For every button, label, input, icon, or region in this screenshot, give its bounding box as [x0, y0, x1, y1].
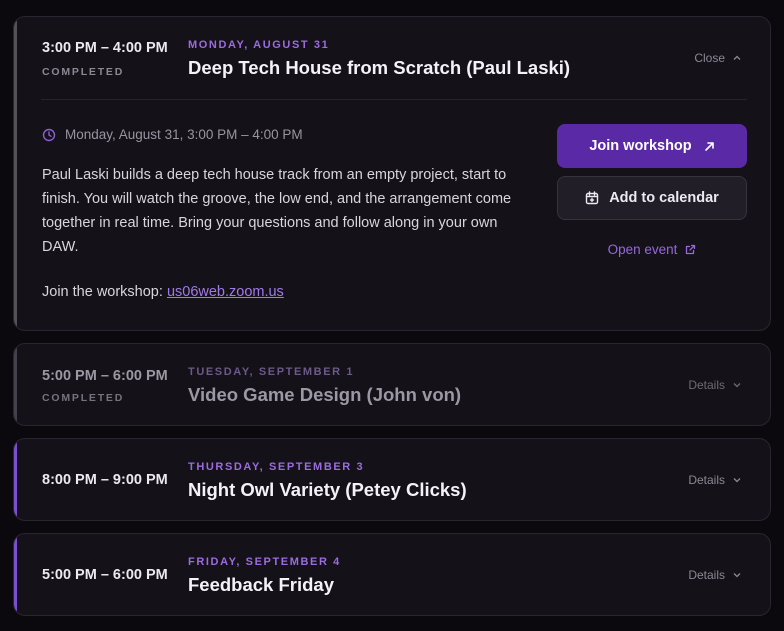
details-label: Details	[688, 473, 725, 487]
session-when: Monday, August 31, 3:00 PM – 4:00 PM	[42, 127, 303, 142]
join-workshop-button[interactable]: Join workshop	[557, 124, 747, 168]
chevron-down-icon	[733, 573, 741, 578]
status-badge: COMPLETED	[42, 392, 125, 404]
close-label: Close	[694, 51, 725, 65]
details-label: Details	[688, 378, 725, 392]
status-badge: COMPLETED	[42, 66, 125, 78]
session-time: 5:00 PM – 6:00 PM	[42, 368, 168, 384]
session-title: Feedback Friday	[188, 574, 335, 595]
details-label: Details	[688, 568, 725, 582]
chevron-down-icon	[733, 383, 741, 388]
zoom-link[interactable]: us06web.zoom.us	[167, 284, 284, 300]
divider	[41, 99, 747, 100]
details-toggle[interactable]: Details	[688, 378, 742, 392]
session-description: Paul Laski builds a deep tech house trac…	[42, 167, 512, 255]
session-time: 8:00 PM – 9:00 PM	[42, 472, 168, 488]
external-link-icon	[686, 244, 696, 255]
arrow-up-right-icon	[704, 141, 714, 151]
session-when-text: Monday, August 31, 3:00 PM – 4:00 PM	[65, 127, 303, 142]
join-workshop-label: Join workshop	[589, 138, 692, 154]
session-date: THURSDAY, SEPTEMBER 3	[188, 461, 365, 473]
session-date: FRIDAY, SEPTEMBER 4	[188, 556, 341, 568]
session-time: 3:00 PM – 4:00 PM	[42, 40, 168, 56]
session-time: 5:00 PM – 6:00 PM	[42, 567, 168, 583]
session-title: Deep Tech House from Scratch (Paul Laski…	[188, 57, 571, 78]
session-card[interactable]: 5:00 PM – 6:00 PM COMPLETED TUESDAY, SEP…	[13, 343, 771, 426]
session-title: Video Game Design (John von)	[188, 384, 462, 405]
join-prefix: Join the workshop:	[42, 284, 167, 300]
session-date: MONDAY, AUGUST 31	[188, 39, 330, 51]
join-line: Join the workshop: us06web.zoom.us	[42, 284, 284, 300]
session-card-expanded: 3:00 PM – 4:00 PM COMPLETED MONDAY, AUGU…	[13, 16, 771, 331]
session-date: TUESDAY, SEPTEMBER 1	[188, 366, 355, 378]
add-to-calendar-label: Add to calendar	[609, 190, 719, 206]
close-toggle[interactable]: Close	[694, 51, 742, 65]
chevron-down-icon	[733, 478, 741, 483]
details-toggle[interactable]: Details	[688, 568, 742, 582]
details-toggle[interactable]: Details	[688, 473, 742, 487]
add-to-calendar-button[interactable]: Add to calendar	[557, 176, 747, 220]
chevron-up-icon	[733, 55, 741, 60]
open-event-link[interactable]: Open event	[557, 242, 747, 257]
calendar-plus-icon	[586, 191, 599, 205]
session-card[interactable]: 5:00 PM – 6:00 PM FRIDAY, SEPTEMBER 4 Fe…	[13, 533, 771, 616]
open-event-label: Open event	[607, 242, 678, 257]
session-title: Night Owl Variety (Petey Clicks)	[188, 479, 467, 500]
session-card[interactable]: 8:00 PM – 9:00 PM THURSDAY, SEPTEMBER 3 …	[13, 438, 771, 521]
clock-icon	[42, 128, 56, 141]
